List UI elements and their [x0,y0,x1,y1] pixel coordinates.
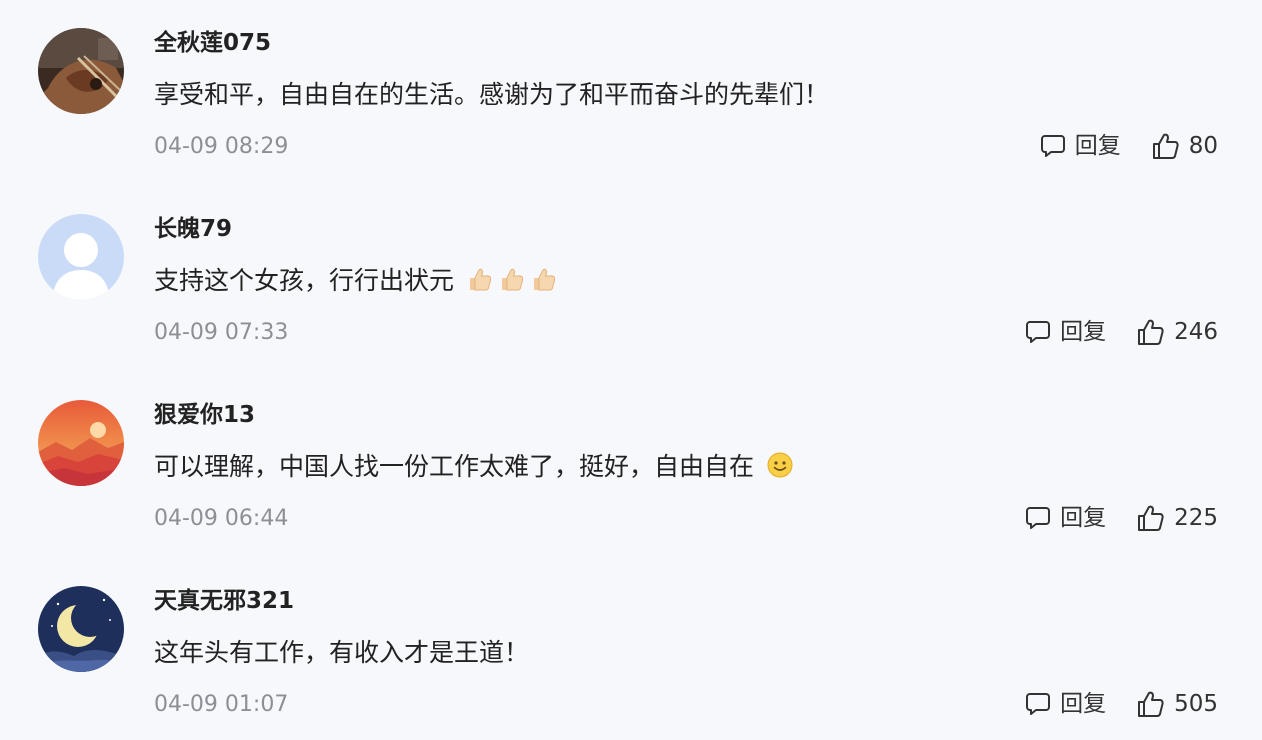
comment-text: 这年头有工作，有收入才是王道！ [154,634,529,672]
violin-photo-icon [38,28,124,114]
comment-actions: 回复 225 [1024,500,1218,536]
thumbs-up-emoji-icon [498,265,526,293]
comment-item: 狠爱你13 可以理解，中国人找一份工作太难了，挺好，自由自在 04-09 06:… [0,372,1262,558]
like-count: 80 [1188,133,1218,159]
username[interactable]: 狠爱你13 [154,399,255,431]
comment-text: 可以理解，中国人找一份工作太难了，挺好，自由自在 [154,448,794,486]
comment-item: 长魄79 支持这个女孩，行行出状元 04-09 07:33 回复 246 [0,186,1262,372]
sunset-landscape-icon [38,400,124,486]
crescent-moon-night-icon [38,586,124,672]
comment-text: 享受和平，自由自在的生活。感谢为了和平而奋斗的先辈们！ [154,76,829,114]
thumbs-up-emoji-icon [530,265,558,293]
comment-item: 天真无邪321 这年头有工作，有收入才是王道！ 04-09 01:07 回复 5… [0,558,1262,740]
username[interactable]: 全秋莲075 [154,27,271,59]
comment-bubble-icon [1026,507,1051,529]
username[interactable]: 天真无邪321 [154,585,294,617]
thumbs-up-icon [1152,133,1179,159]
thumbs-up-icon [1138,505,1164,531]
default-user-icon [38,214,124,300]
thumbs-up-emoji-icon [466,265,494,293]
thumbs-up-icon [1138,691,1164,717]
comment-time: 04-09 06:44 [154,506,289,531]
reply-label: 回复 [1060,691,1107,717]
reply-button[interactable]: 回复 [1039,130,1121,162]
comment-list: 全秋莲075 享受和平，自由自在的生活。感谢为了和平而奋斗的先辈们！ 04-09… [0,0,1262,740]
comment-bubble-icon [1026,693,1051,715]
comment-text-content: 支持这个女孩，行行出状元 [154,266,455,295]
like-count: 246 [1174,319,1218,345]
thumbs-up-icon [1138,319,1164,345]
avatar[interactable] [38,400,124,486]
comment-time: 04-09 01:07 [154,692,289,717]
comment-time: 04-09 07:33 [154,320,289,345]
comment-text-content: 享受和平，自由自在的生活。感谢为了和平而奋斗的先辈们！ [154,80,830,109]
username[interactable]: 长魄79 [154,213,232,245]
reply-label: 回复 [1060,505,1107,531]
like-count: 505 [1174,691,1218,717]
like-count: 225 [1174,505,1218,531]
reply-button[interactable]: 回复 [1024,688,1106,720]
avatar[interactable] [38,214,124,300]
reply-button[interactable]: 回复 [1024,502,1106,534]
avatar[interactable] [38,586,124,672]
comment-text-content: 这年头有工作，有收入才是王道！ [154,638,530,667]
like-button[interactable]: 80 [1151,130,1218,162]
comment-actions: 回复 505 [1024,686,1218,722]
comment-actions: 回复 80 [1039,128,1218,164]
reply-button[interactable]: 回复 [1024,316,1106,348]
comment-text-content: 可以理解，中国人找一份工作太难了，挺好，自由自在 [154,452,755,481]
comment-actions: 回复 246 [1024,314,1218,350]
like-button[interactable]: 505 [1136,688,1218,720]
reply-label: 回复 [1060,319,1107,345]
comment-bubble-icon [1040,135,1065,157]
comment-bubble-icon [1026,321,1051,343]
comment-item: 全秋莲075 享受和平，自由自在的生活。感谢为了和平而奋斗的先辈们！ 04-09… [0,0,1262,186]
reply-label: 回复 [1074,133,1121,159]
comment-text: 支持这个女孩，行行出状元 [154,262,558,300]
avatar[interactable] [38,28,124,114]
like-button[interactable]: 246 [1136,316,1218,348]
comment-time: 04-09 08:29 [154,134,289,159]
smile-emoji-icon [766,451,794,479]
like-button[interactable]: 225 [1136,502,1218,534]
